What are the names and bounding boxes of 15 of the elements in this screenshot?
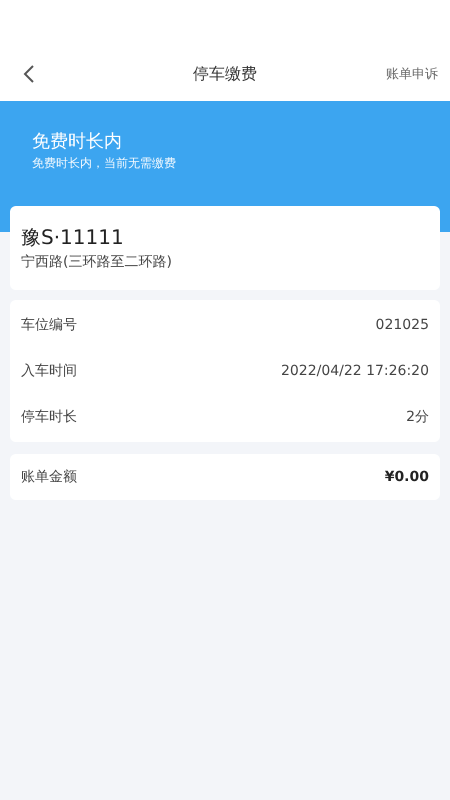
bill-label: 账单金额: [21, 468, 77, 486]
detail-value: 2分: [406, 408, 429, 426]
detail-label: 入车时间: [21, 362, 77, 380]
detail-label: 停车时长: [21, 408, 77, 426]
bill-appeal-link[interactable]: 账单申诉: [386, 65, 438, 83]
status-subtitle: 免费时长内，当前无需缴费: [32, 155, 177, 172]
status-title: 免费时长内: [32, 130, 123, 154]
license-plate: 豫S·11111: [21, 224, 125, 250]
back-icon: [23, 64, 35, 84]
parking-location: 宁西路(三环路至二环路): [21, 253, 173, 272]
bill-amount: ¥0.00: [384, 469, 429, 485]
detail-value: 021025: [376, 317, 429, 333]
page-title: 停车缴费: [193, 64, 257, 82]
detail-label: 车位编号: [21, 316, 77, 334]
detail-value: 2022/04/22 17:26:20: [280, 363, 429, 379]
